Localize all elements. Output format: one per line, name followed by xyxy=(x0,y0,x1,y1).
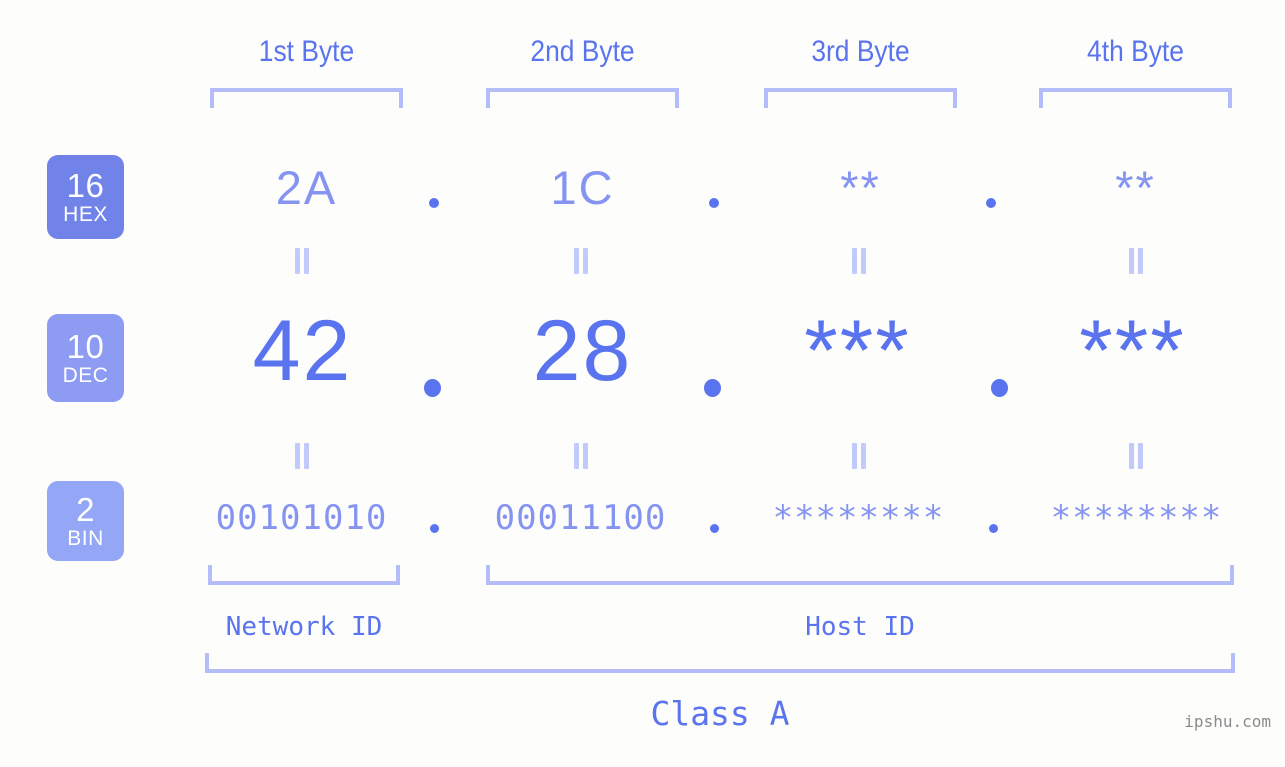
equals-icon-dec-bin-2 xyxy=(573,443,589,469)
equals-icon-dec-bin-3 xyxy=(851,443,867,469)
equals-icon-hex-dec-4 xyxy=(1128,248,1144,274)
dec-byte-3: *** xyxy=(804,303,911,399)
bin-dot-1 xyxy=(430,524,439,533)
ip-byte-breakdown-diagram: 1st Byte 2nd Byte 3rd Byte 4th Byte 16 H… xyxy=(0,0,1285,767)
equals-icon-hex-dec-2 xyxy=(573,248,589,274)
bin-byte-2: 00011100 xyxy=(494,498,667,538)
base-badge-dec-number: 10 xyxy=(66,327,105,365)
byte-bracket-top-1 xyxy=(210,88,403,108)
hex-byte-4: ** xyxy=(1115,161,1156,214)
equals-icon-dec-bin-1 xyxy=(294,443,310,469)
dec-dot-3 xyxy=(991,379,1008,397)
byte-header-3: 3rd Byte xyxy=(811,35,910,68)
base-badge-dec-name: DEC xyxy=(62,363,109,387)
network-id-label: Network ID xyxy=(225,612,383,642)
network-id-bracket xyxy=(208,565,400,585)
host-id-bracket xyxy=(486,565,1234,585)
hex-byte-3: ** xyxy=(840,161,881,214)
hex-dot-3 xyxy=(986,198,996,208)
equals-icon-hex-dec-1 xyxy=(294,248,310,274)
equals-icon-dec-bin-4 xyxy=(1128,443,1144,469)
hex-byte-2: 1C xyxy=(550,161,615,214)
byte-header-1: 1st Byte xyxy=(258,35,355,68)
equals-icon-hex-dec-3 xyxy=(851,248,867,274)
watermark: ipshu.com xyxy=(1184,712,1271,731)
bin-byte-1: 00101010 xyxy=(215,498,388,538)
base-badge-dec: 10 DEC xyxy=(47,314,124,402)
dec-byte-1: 42 xyxy=(252,303,353,399)
byte-bracket-top-2 xyxy=(486,88,679,108)
bin-byte-4: ******** xyxy=(1050,498,1223,538)
base-badge-hex-number: 16 xyxy=(66,166,105,204)
bin-byte-3: ******** xyxy=(772,498,945,538)
base-badge-bin-number: 2 xyxy=(76,490,95,528)
base-badge-bin-name: BIN xyxy=(67,526,104,550)
class-label: Class A xyxy=(650,694,790,733)
byte-header-2: 2nd Byte xyxy=(530,35,635,68)
base-badge-hex-name: HEX xyxy=(63,202,108,226)
bin-dot-3 xyxy=(989,524,998,533)
byte-bracket-top-4 xyxy=(1039,88,1232,108)
byte-bracket-top-3 xyxy=(764,88,957,108)
dec-dot-2 xyxy=(704,379,721,397)
base-badge-bin: 2 BIN xyxy=(47,481,124,561)
hex-dot-1 xyxy=(429,198,439,208)
hex-dot-2 xyxy=(709,198,719,208)
class-bracket xyxy=(205,653,1235,673)
dec-byte-2: 28 xyxy=(532,303,633,399)
dec-byte-4: *** xyxy=(1079,303,1186,399)
byte-header-4: 4th Byte xyxy=(1087,35,1184,68)
bin-dot-2 xyxy=(710,524,719,533)
dec-dot-1 xyxy=(424,379,441,397)
hex-byte-1: 2A xyxy=(275,161,338,214)
host-id-label: Host ID xyxy=(805,612,915,642)
base-badge-hex: 16 HEX xyxy=(47,155,124,239)
